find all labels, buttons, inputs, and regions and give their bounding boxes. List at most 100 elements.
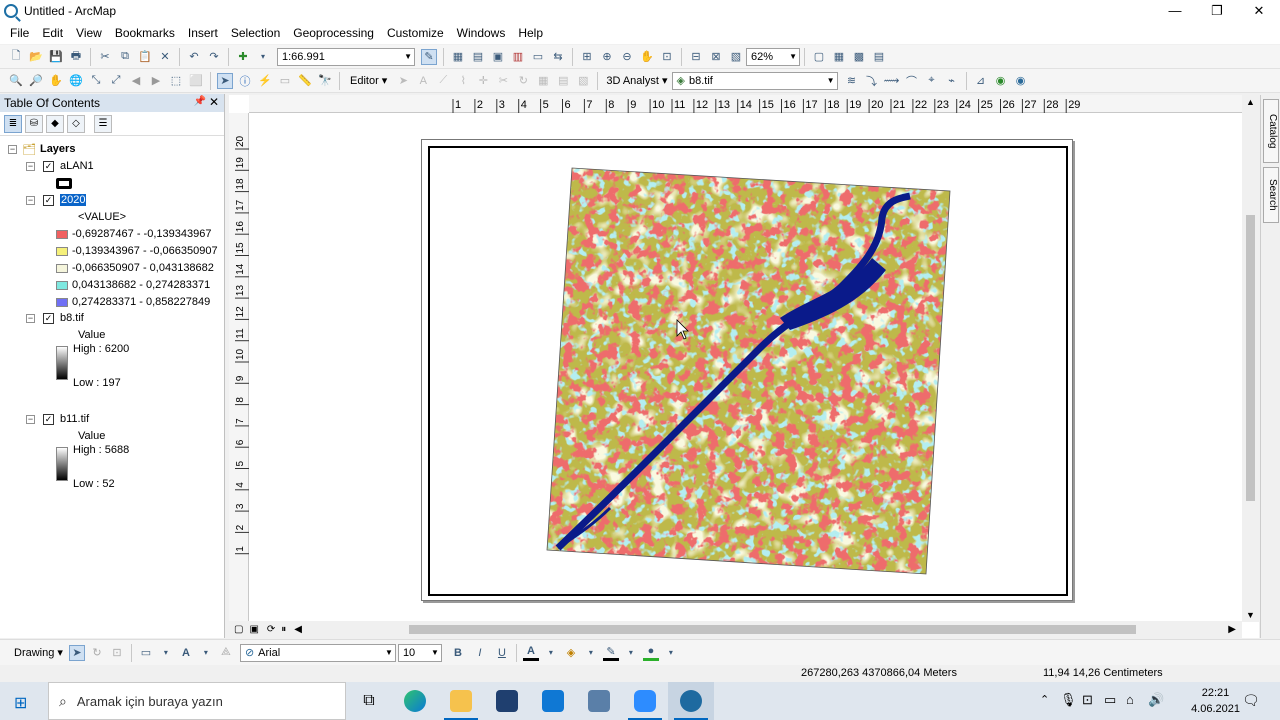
layout-icon[interactable]: ▢ <box>811 49 827 65</box>
notifications-icon[interactable]: 🗨 <box>1242 692 1260 709</box>
vertical-scrollbar[interactable]: ▲ ▼ <box>1242 95 1259 622</box>
pin-icon[interactable]: 📌 <box>194 96 206 107</box>
full-extent-icon[interactable]: 🌐 <box>68 73 84 89</box>
refresh-icon[interactable]: ⟳ <box>267 624 275 635</box>
interpolate-line-icon[interactable]: ⌁ <box>944 73 960 89</box>
bold-button[interactable]: B <box>450 645 466 661</box>
menu-bookmarks[interactable]: Bookmarks <box>109 26 181 40</box>
list-by-selection-icon[interactable]: ◇ <box>67 114 85 133</box>
add-data-dropdown-icon[interactable]: ▾ <box>255 49 271 65</box>
open-icon[interactable]: 📂 <box>28 49 44 65</box>
paste-icon[interactable]: 📋 <box>137 49 153 65</box>
zoom-combo[interactable]: 62% ▼ <box>746 47 800 66</box>
catalog-tab[interactable]: Catalog <box>1263 99 1279 163</box>
options-icon[interactable]: ☰ <box>94 114 112 133</box>
italic-button[interactable]: I <box>472 645 488 661</box>
pan-page-icon[interactable]: ✋ <box>639 49 655 65</box>
scroll-down-icon[interactable]: ▼ <box>1246 610 1255 620</box>
marker-color-dropdown-icon[interactable]: ▾ <box>663 645 679 661</box>
data-view-icon[interactable]: ▢ <box>234 624 243 635</box>
delete-icon[interactable]: ✕ <box>157 49 173 65</box>
layer-visibility-checkbox[interactable]: ✓ <box>43 160 54 172</box>
menu-insert[interactable]: Insert <box>182 26 224 40</box>
zoom-to-element-icon[interactable]: ⊡ <box>109 645 125 661</box>
cut-icon[interactable]: ✂ <box>97 49 113 65</box>
layer-2020[interactable]: − ✓ 2020 <box>26 192 87 208</box>
layout-page[interactable] <box>421 139 1073 601</box>
data-driven-pages-icon[interactable]: ▩ <box>851 49 867 65</box>
html-popup-icon[interactable]: ▭ <box>277 73 293 89</box>
network-icon[interactable]: ⌂ <box>1126 692 1134 707</box>
font-color-icon[interactable]: A <box>522 645 539 661</box>
undo-icon[interactable]: ↶ <box>186 49 202 65</box>
zoom-in-page-icon[interactable]: ⊕ <box>599 49 615 65</box>
collapse-icon[interactable]: − <box>26 195 35 205</box>
show-hidden-icons-icon[interactable]: ⌃ <box>1040 693 1049 706</box>
print-icon[interactable]: 🖶 <box>68 49 84 65</box>
contour-icon[interactable]: ≋ <box>844 73 860 89</box>
collapse-icon[interactable]: − <box>26 313 35 323</box>
system-clock[interactable]: 22:21 4.06.2021 <box>1191 685 1240 717</box>
layer-visibility-checkbox[interactable]: ✓ <box>43 312 54 324</box>
python-icon[interactable]: ▭ <box>530 49 546 65</box>
measure-icon[interactable]: 📏 <box>297 73 313 89</box>
edit-vertices-icon[interactable]: ⟁ <box>218 645 234 661</box>
layer-visibility-checkbox[interactable]: ✓ <box>43 413 54 425</box>
editor-toolbar-icon[interactable]: ✎ <box>421 48 437 65</box>
microphone-icon[interactable]: 🎙 <box>1060 692 1077 708</box>
collapse-icon[interactable]: − <box>26 161 35 171</box>
layer-combo[interactable]: ◈ b8.tif ▼ <box>671 71 838 90</box>
layer-alan1[interactable]: − ✓ aLAN1 <box>26 158 94 174</box>
hyperlink-icon[interactable]: ⚡ <box>257 73 273 89</box>
zoom-whole-page-icon[interactable]: ⊞ <box>579 49 595 65</box>
menu-help[interactable]: Help <box>512 26 549 40</box>
line-color-dropdown-icon[interactable]: ▾ <box>623 645 639 661</box>
font-size-combo[interactable]: 10 ▼ <box>397 643 442 662</box>
battery-icon[interactable]: ▭ <box>1104 692 1116 708</box>
layout-view[interactable]: 1 2 3 4 5 6 7 8 9 10 11 12 13 14 15 16 17 18 19 20 21 22 23 24 2… <box>229 95 1259 638</box>
horizontal-scroll-thumb[interactable] <box>409 625 1136 634</box>
menu-windows[interactable]: Windows <box>451 26 512 40</box>
table-icon[interactable]: ▦ <box>450 49 466 65</box>
store-button[interactable] <box>484 682 530 720</box>
scroll-up-icon[interactable]: ▲ <box>1246 97 1255 107</box>
find-icon[interactable]: 🔭 <box>317 73 333 89</box>
copy-icon[interactable]: ⧉ <box>117 49 133 65</box>
camera-icon[interactable]: ⊡ <box>1082 692 1093 708</box>
pan-icon[interactable]: ✋ <box>48 73 64 89</box>
search-tab[interactable]: Search <box>1263 167 1279 223</box>
volume-icon[interactable]: 🔊 <box>1148 692 1164 708</box>
redo-icon[interactable]: ↷ <box>206 49 222 65</box>
back-extent-icon[interactable]: ◀ <box>128 73 144 89</box>
forward-extent-icon[interactable]: ▶ <box>148 73 164 89</box>
zoom-out-page-icon[interactable]: ⊖ <box>619 49 635 65</box>
list-by-drawing-order-icon[interactable]: ≣ <box>4 114 22 133</box>
change-layout-icon[interactable]: ▦ <box>831 49 847 65</box>
profile-graph-icon[interactable]: ⌒ <box>904 73 920 89</box>
edge-button[interactable] <box>392 682 438 720</box>
menu-customize[interactable]: Customize <box>381 26 450 40</box>
close-button[interactable]: ✕ <box>1238 0 1280 22</box>
drawing-menu[interactable]: Drawing ▾ <box>14 646 63 659</box>
identify-icon[interactable]: ⓘ <box>237 73 253 89</box>
fill-color-dropdown-icon[interactable]: ▾ <box>583 645 599 661</box>
font-color-dropdown-icon[interactable]: ▾ <box>543 645 559 661</box>
vertical-scroll-thumb[interactable] <box>1246 215 1255 501</box>
underline-button[interactable]: U <box>494 645 510 661</box>
arcscene-icon[interactable]: ◉ <box>1013 73 1029 89</box>
menu-view[interactable]: View <box>70 26 108 40</box>
scroll-left-icon[interactable]: ◀ <box>294 624 302 635</box>
save-icon[interactable]: 💾 <box>48 49 64 65</box>
menu-geoprocessing[interactable]: Geoprocessing <box>287 26 380 40</box>
previous-extent-icon[interactable]: ⊟ <box>688 49 704 65</box>
fixed-zoom-in-icon[interactable]: ⤡ <box>88 73 104 89</box>
3d-analyst-menu[interactable]: 3D Analyst ▾ <box>606 74 667 87</box>
layer-visibility-checkbox[interactable]: ✓ <box>43 194 54 206</box>
fill-color-icon[interactable]: ◈ <box>563 645 579 661</box>
select-elements-icon[interactable]: ➤ <box>68 644 85 661</box>
font-combo[interactable]: ⊘ Arial ▼ <box>239 643 396 662</box>
arcglobe-icon[interactable]: ◉ <box>993 73 1009 89</box>
minimize-button[interactable]: — <box>1154 0 1196 22</box>
fixed-zoom-out-icon[interactable]: ⤢ <box>108 73 124 89</box>
network-app-button[interactable] <box>576 682 622 720</box>
